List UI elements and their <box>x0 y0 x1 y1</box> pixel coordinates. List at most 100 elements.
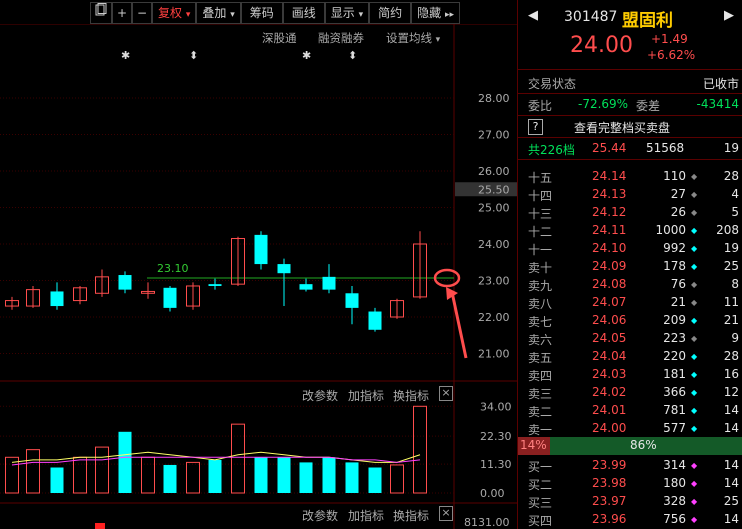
volume-bar-up <box>231 423 245 494</box>
level-qty: 1000 <box>655 223 686 237</box>
volume-bar-down <box>299 462 313 493</box>
level-qty: 181 <box>663 367 686 381</box>
level-label: 卖二 <box>528 405 553 419</box>
order-book-row[interactable]: 卖七 24.06 209 ◆ 21 <box>520 312 741 330</box>
full-book-row[interactable]: ? 查看完整档买卖盘 <box>520 118 741 136</box>
price-grid <box>0 97 454 354</box>
level-qty: 314 <box>663 458 686 472</box>
order-book-row[interactable]: 卖三 24.02 366 ◆ 12 <box>520 384 741 402</box>
display-button[interactable]: 显示 ▾ <box>324 2 370 24</box>
stock-code: 301487 <box>564 9 618 25</box>
level-qty: 209 <box>663 313 686 327</box>
add-indicator-button-2[interactable]: 加指标 <box>348 507 384 524</box>
adjust-button[interactable]: 复权 ▾ <box>152 2 197 24</box>
diff-label: 委差 <box>636 99 661 113</box>
level-count: 14 <box>723 512 739 526</box>
current-price: 24.00 <box>570 33 633 58</box>
level-count: 8 <box>731 277 739 291</box>
zoom-out-button[interactable]: − <box>132 2 152 24</box>
order-book-row[interactable]: 卖四 24.03 181 ◆ 16 <box>520 366 741 384</box>
order-book-row[interactable]: 卖十 24.09 178 ◆ 25 <box>520 258 741 276</box>
level-label: 买四 <box>528 514 553 528</box>
change-params-button-2[interactable]: 改参数 <box>302 507 338 524</box>
next-stock-icon[interactable]: ▶ <box>724 8 734 23</box>
level-qty: 366 <box>663 385 686 399</box>
draw-line-button[interactable]: 画线 <box>282 2 325 24</box>
level-price: 24.08 <box>592 277 627 291</box>
help-icon[interactable]: ? <box>528 119 543 135</box>
level-count: 4 <box>731 187 739 201</box>
level-label: 卖八 <box>528 297 553 311</box>
zoom-in-button[interactable]: + <box>112 2 132 24</box>
candle-body-down <box>208 284 222 286</box>
add-indicator-button[interactable]: 加指标 <box>348 387 384 404</box>
order-book-row[interactable]: 卖二 24.01 781 ◆ 14 <box>520 402 741 420</box>
level-qty: 180 <box>663 476 686 490</box>
price-change-pct: +6.62% <box>647 48 696 62</box>
cyan-dot-icon: ◆ <box>691 244 698 253</box>
order-book-row[interactable]: 十二 24.11 1000 ◆ 208 <box>520 222 741 240</box>
order-book-row[interactable]: 卖八 24.07 21 ◆ 11 <box>520 294 741 312</box>
level-price: 24.13 <box>592 187 627 201</box>
overlay-button[interactable]: 叠加 ▾ <box>196 2 241 24</box>
price-tick-label: 25.00 <box>478 202 510 215</box>
level-qty: 577 <box>663 421 686 435</box>
kline-chart[interactable]: 28.00 27.00 26.00 25.50 25.00 24.00 23.00 22.00… <box>0 24 517 529</box>
level-qty: 220 <box>663 349 686 363</box>
order-book-row[interactable]: 十一 24.10 992 ◆ 19 <box>520 240 741 258</box>
level-label: 卖一 <box>528 423 553 437</box>
change-params-button[interactable]: 改参数 <box>302 387 338 404</box>
level-label: 十五 <box>528 171 553 185</box>
order-book-row[interactable]: 买三 23.97 328 ◆ 25 <box>520 493 741 511</box>
order-book-row[interactable]: 十三 24.12 26 ◆ 5 <box>520 204 741 222</box>
volume-bar-down <box>208 459 222 493</box>
swap-indicator-button-2[interactable]: 换指标 <box>393 507 429 524</box>
order-book-row[interactable]: 卖五 24.04 220 ◆ 28 <box>520 348 741 366</box>
level-qty: 110 <box>663 169 686 183</box>
swap-indicator-button[interactable]: 换指标 <box>393 387 429 404</box>
chart-toolbar: + − 复权 ▾ 叠加 ▾ 筹码 画线 显示 ▾ 简约 隐藏 ▸▸ <box>90 2 517 24</box>
close-icon[interactable]: × <box>439 506 453 521</box>
volume-bar-up <box>26 449 40 494</box>
volume-bar-down <box>254 457 268 493</box>
total-qty: 51568 <box>646 141 685 155</box>
level-price: 24.09 <box>592 259 627 273</box>
prev-stock-icon[interactable]: ◀ <box>528 8 538 23</box>
simple-button[interactable]: 简约 <box>369 2 412 24</box>
reference-line-label: 23.10 <box>157 262 189 275</box>
order-book-row[interactable]: 买一 23.99 314 ◆ 14 <box>520 457 741 475</box>
status-label: 交易状态 <box>528 77 577 91</box>
full-book-link[interactable]: 查看完整档买卖盘 <box>574 119 670 136</box>
order-book-row[interactable]: 卖九 24.08 76 ◆ 8 <box>520 276 741 294</box>
ratio-value: -72.69% <box>578 97 629 111</box>
cyan-dot-icon: ◆ <box>691 352 698 361</box>
price-tick-label: 26.00 <box>478 165 510 178</box>
volume-tick-label: 11.30 <box>480 458 512 471</box>
order-book-row[interactable]: 十四 24.13 27 ◆ 4 <box>520 186 741 204</box>
status-value: 已收市 <box>702 77 739 91</box>
hide-label: 隐藏 <box>417 6 442 20</box>
candle-body-down <box>368 311 382 330</box>
volume-tick-label: 0.00 <box>480 487 505 500</box>
order-book-row[interactable]: 十五 24.14 110 ◆ 28 <box>520 168 741 186</box>
chips-button[interactable]: 筹码 <box>240 2 283 24</box>
volume-bars <box>5 405 427 494</box>
order-book-row[interactable]: 卖六 24.05 223 ◆ 9 <box>520 330 741 348</box>
hide-button[interactable]: 隐藏 ▸▸ <box>411 2 461 24</box>
level-qty: 26 <box>670 205 686 219</box>
order-book-row[interactable]: 卖一 24.00 577 ◆ 14 <box>520 420 741 438</box>
level-price: 24.14 <box>592 169 627 183</box>
order-book-row[interactable]: 买四 23.96 756 ◆ 14 <box>520 511 741 529</box>
order-book-row[interactable]: 买二 23.98 180 ◆ 14 <box>520 475 741 493</box>
gray-dot-icon: ◆ <box>691 208 698 217</box>
magenta-dot-icon: ◆ <box>691 479 698 488</box>
volume-bar-down <box>163 464 177 493</box>
close-icon[interactable]: × <box>439 386 453 401</box>
more-icon-left[interactable] <box>90 2 112 24</box>
candle-body-down <box>118 275 132 290</box>
volume-bar-up <box>73 456 87 494</box>
price-tick-label: 28.00 <box>478 92 510 105</box>
ratio-label: 委比 <box>528 99 553 113</box>
cyan-dot-icon: ◆ <box>691 226 698 235</box>
level-count: 12 <box>723 385 739 399</box>
